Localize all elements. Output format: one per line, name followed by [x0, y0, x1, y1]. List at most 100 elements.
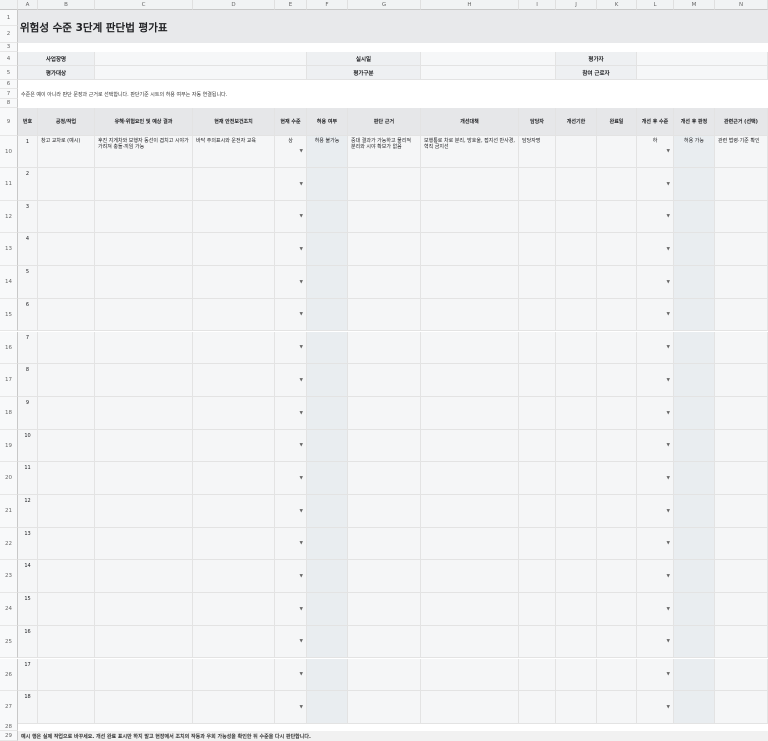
manager-cell[interactable] [519, 527, 556, 561]
process-cell[interactable] [38, 298, 95, 332]
dropdown-arrow-icon[interactable]: ▼ [667, 607, 670, 613]
due-cell[interactable] [556, 429, 597, 463]
type-field[interactable] [421, 66, 556, 80]
hazard-cell[interactable]: 후진 지게차와 보행자 동선이 겹치고 시야가 가려져 충돌·끼임 가능 [95, 136, 193, 168]
no-cell[interactable]: 14 [18, 560, 38, 594]
done-cell[interactable] [597, 625, 637, 659]
manager-cell[interactable] [519, 560, 556, 594]
measure-cell[interactable] [193, 266, 275, 299]
done-cell[interactable] [597, 429, 637, 463]
level-cell[interactable]: ▼ [275, 168, 307, 201]
dropdown-arrow-icon[interactable]: ▼ [300, 280, 303, 286]
hazard-cell[interactable] [95, 364, 193, 397]
process-cell[interactable] [38, 495, 95, 528]
measure-cell[interactable] [193, 658, 275, 692]
related-cell[interactable] [715, 364, 768, 397]
no-cell[interactable]: 7 [18, 331, 38, 365]
reason-cell[interactable] [348, 364, 421, 397]
due-cell[interactable] [556, 495, 597, 528]
column-header-k[interactable]: K [597, 0, 637, 10]
reason-cell[interactable] [348, 200, 421, 234]
hazard-cell[interactable] [95, 233, 193, 267]
due-cell[interactable] [556, 266, 597, 299]
reason-cell[interactable] [348, 331, 421, 365]
dropdown-arrow-icon[interactable]: ▼ [300, 312, 303, 318]
improve-cell[interactable] [421, 527, 519, 561]
row-header-7[interactable]: 7 [0, 89, 18, 99]
reason-cell[interactable] [348, 396, 421, 430]
reason-cell[interactable] [348, 560, 421, 594]
process-cell[interactable] [38, 331, 95, 365]
row-header-16[interactable]: 16 [0, 331, 18, 365]
row-number[interactable]: 1 [18, 136, 38, 168]
reason-cell[interactable] [348, 691, 421, 724]
no-cell[interactable]: 13 [18, 527, 38, 561]
related-cell[interactable] [715, 168, 768, 201]
column-header-n[interactable]: N [715, 0, 768, 10]
improve-cell[interactable] [421, 168, 519, 201]
row-header-13[interactable]: 13 [0, 233, 18, 267]
due-cell[interactable] [556, 527, 597, 561]
related-cell[interactable] [715, 266, 768, 299]
dropdown-arrow-icon[interactable]: ▼ [667, 476, 670, 482]
related-cell[interactable] [715, 658, 768, 692]
no-cell[interactable]: 5 [18, 266, 38, 299]
column-header-j[interactable]: J [556, 0, 597, 10]
row-header-28[interactable]: 28 [0, 723, 18, 731]
done-cell[interactable] [597, 658, 637, 692]
measure-cell[interactable] [193, 495, 275, 528]
hazard-cell[interactable] [95, 658, 193, 692]
improve-cell[interactable] [421, 560, 519, 594]
workplace-field[interactable] [95, 52, 307, 66]
manager-cell[interactable] [519, 200, 556, 234]
no-cell[interactable]: 3 [18, 200, 38, 234]
measure-cell[interactable] [193, 691, 275, 724]
related-cell[interactable] [715, 396, 768, 430]
level-cell[interactable]: ▼ [275, 527, 307, 561]
row-header-10[interactable]: 10 [0, 136, 18, 168]
due-cell[interactable] [556, 331, 597, 365]
measure-cell[interactable] [193, 331, 275, 365]
dropdown-arrow-icon[interactable]: ▼ [300, 247, 303, 253]
due-cell[interactable] [556, 593, 597, 626]
manager-cell[interactable] [519, 364, 556, 397]
process-cell[interactable] [38, 625, 95, 659]
row-header-12[interactable]: 12 [0, 200, 18, 234]
manager-cell[interactable] [519, 396, 556, 430]
improve-cell[interactable] [421, 396, 519, 430]
after-level-cell[interactable]: ▼ [637, 200, 674, 234]
reason-cell[interactable] [348, 625, 421, 659]
process-cell[interactable] [38, 593, 95, 626]
related-cell[interactable] [715, 593, 768, 626]
dropdown-arrow-icon[interactable]: ▼ [300, 149, 303, 155]
reason-cell[interactable] [348, 527, 421, 561]
level-cell[interactable]: ▼ [275, 200, 307, 234]
no-cell[interactable]: 9 [18, 396, 38, 430]
due-cell[interactable] [556, 168, 597, 201]
level-cell[interactable]: ▼ [275, 462, 307, 495]
no-cell[interactable]: 15 [18, 593, 38, 626]
level-cell[interactable]: ▼ [275, 364, 307, 397]
improve-cell[interactable] [421, 625, 519, 659]
reason-cell[interactable] [348, 593, 421, 626]
row-header-21[interactable]: 21 [0, 495, 18, 528]
after-level-cell[interactable]: 하 ▼ [637, 136, 674, 168]
improve-cell[interactable] [421, 364, 519, 397]
no-cell[interactable]: 17 [18, 658, 38, 692]
column-header-i[interactable]: I [519, 0, 556, 10]
row-header-6[interactable]: 6 [0, 80, 18, 89]
column-header-b[interactable]: B [38, 0, 95, 10]
done-cell[interactable] [597, 364, 637, 397]
level-cell[interactable]: ▼ [275, 495, 307, 528]
dropdown-arrow-icon[interactable]: ▼ [300, 509, 303, 515]
level-cell[interactable]: ▼ [275, 625, 307, 659]
improve-cell[interactable] [421, 429, 519, 463]
due-cell[interactable] [556, 364, 597, 397]
improve-cell[interactable] [421, 462, 519, 495]
measure-cell[interactable] [193, 233, 275, 267]
process-cell[interactable] [38, 527, 95, 561]
hazard-cell[interactable] [95, 691, 193, 724]
reason-cell[interactable] [348, 298, 421, 332]
manager-cell[interactable] [519, 266, 556, 299]
level-cell[interactable]: ▼ [275, 593, 307, 626]
